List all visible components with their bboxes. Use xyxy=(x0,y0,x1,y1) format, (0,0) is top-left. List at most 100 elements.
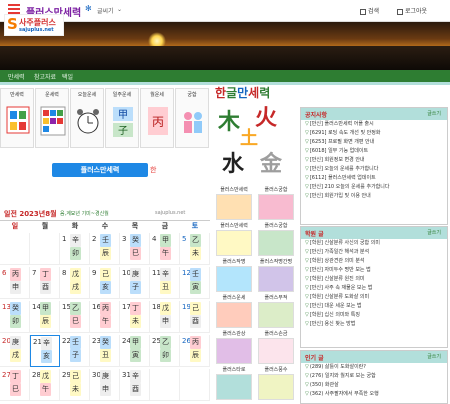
panel-list-item[interactable]: ▽[학원] 신살분류 원진 의미 xyxy=(301,275,447,284)
font-size-label[interactable]: 글씨기 xyxy=(97,6,114,15)
heavenly-stem: 庚 xyxy=(10,336,21,349)
heavenly-stem: 癸 xyxy=(10,302,21,315)
panel-list-item[interactable]: ▽[만신] 자미두수 명반 보는 법 xyxy=(301,266,447,275)
panel-item-text: [학원] 신살분류 도화살 의미 xyxy=(309,294,370,300)
calendar-day[interactable]: 7丁酉 xyxy=(30,267,60,299)
panel-item-text: [학원] 신살분류 사신의 궁합 의미 xyxy=(309,240,380,246)
calendar-day[interactable]: 20 庚戌 xyxy=(0,335,30,367)
calendar-day[interactable]: 27 丁巳 xyxy=(0,369,30,401)
panel-list-item[interactable]: ▽(289) 삶틀이 도화살이란? xyxy=(301,363,447,372)
service-thumb[interactable]: 플러스타로 xyxy=(214,366,254,404)
calendar-day[interactable]: 1辛卯 xyxy=(60,233,90,265)
tile-label: 일주운세 xyxy=(112,92,132,98)
earthly-branch: 未 xyxy=(70,383,81,396)
calendar-day[interactable]: 18 戊申 xyxy=(150,301,180,333)
heavenly-stem: 丁 xyxy=(130,302,141,315)
menu-icon[interactable] xyxy=(8,4,20,14)
nav-item-manse[interactable]: 만세력 xyxy=(8,72,25,81)
calendar-day[interactable]: 12 壬寅 xyxy=(180,267,210,299)
calendar-day[interactable]: 29 己未 xyxy=(60,369,90,401)
panel-more-link[interactable]: 글쓰기 xyxy=(427,229,441,236)
calendar-day[interactable]: 14 甲辰 xyxy=(30,301,60,333)
calendar-day[interactable]: 19 己酉 xyxy=(180,301,210,333)
nav-item-reference[interactable]: 참고자료 xyxy=(34,72,56,81)
service-thumb[interactable]: 플러스풍수 xyxy=(256,366,296,404)
logout-button[interactable]: 로그아웃 xyxy=(397,6,427,15)
heavenly-stem: 丙 xyxy=(100,302,111,315)
tile-today-fortune[interactable]: 오늘운세 xyxy=(70,88,104,148)
panel-list-item[interactable]: ▽[만신] 가족일간 해석과 분석 xyxy=(301,248,447,257)
calendar-day[interactable]: 6丙申 xyxy=(0,267,30,299)
thumb-image xyxy=(258,302,294,328)
panel-list-item[interactable]: ▽(276) 일지와 월지로 보는 궁합 xyxy=(301,372,447,381)
calendar-day[interactable]: 28 戊午 xyxy=(30,369,60,401)
calendar-day[interactable]: 3癸巳 xyxy=(120,233,150,265)
month-subtitle: 음,계묘년 기미~경신월 xyxy=(60,211,109,217)
panel-list-item[interactable]: ▽[학원] 십신 의미와 특징 xyxy=(301,311,447,320)
calendar-day[interactable]: 16 丙午 xyxy=(90,301,120,333)
nav-item-taegil[interactable]: 택일 xyxy=(62,72,73,81)
panel-list-item[interactable]: ▽[만신] 대운 세운 보는 법 xyxy=(301,302,447,311)
panel-more-link[interactable]: 글쓰기 xyxy=(427,353,441,360)
calendar-day[interactable]: 30 庚申 xyxy=(90,369,120,401)
calendar-day[interactable]: 15 乙巳 xyxy=(60,301,90,333)
panel-more-link[interactable]: 글쓰기 xyxy=(427,110,441,117)
calendar-day[interactable]: 10 庚子 xyxy=(120,267,150,299)
bullet-icon: ▽ xyxy=(305,321,309,327)
tile-daily-pillar[interactable]: 일주운세 甲子 xyxy=(105,88,139,148)
panel-list-item[interactable]: ▽[만신] 플러스만세력 어플 출시 xyxy=(301,120,447,129)
calendar-day[interactable]: 11 辛丑 xyxy=(150,267,180,299)
calendar-day[interactable]: 23 癸丑 xyxy=(90,335,120,367)
panel-list-item[interactable]: ▽[6112] 플러스만세력 업데이트 xyxy=(301,174,447,183)
heavenly-stem: 辛 xyxy=(70,234,81,247)
calendar-day[interactable]: 5乙未 xyxy=(180,233,210,265)
calendar-day[interactable]: 4甲午 xyxy=(150,233,180,265)
search-button[interactable]: 검색 xyxy=(360,6,379,15)
panel-list-item[interactable]: ▽[만신] 회원가입 및 이용 안내 xyxy=(301,192,447,201)
calendar-day[interactable]: 9己亥 xyxy=(90,267,120,299)
thumb-image xyxy=(258,338,294,364)
chevron-down-icon[interactable]: ⌄ xyxy=(117,6,122,13)
panel-list-item[interactable]: ▽[6291] 로딩 속도 개선 및 안정화 xyxy=(301,129,447,138)
bullet-icon: ▽ xyxy=(305,258,309,264)
bullet-icon: ▽ xyxy=(305,312,309,318)
thumb-image xyxy=(258,266,294,292)
calendar-day[interactable]: 26 丙辰 xyxy=(180,335,210,367)
tile-fortune-calendar[interactable]: 운세력 xyxy=(35,88,69,148)
panel-list-item[interactable]: ▽[만신] 오늘의 운세를 추가합니다 xyxy=(301,165,447,174)
calendar-day[interactable]: 2壬辰 xyxy=(90,233,120,265)
panel-list-item[interactable]: ▽[만신] 용신 찾는 방법 xyxy=(301,320,447,329)
earthly-branch: 戌 xyxy=(10,349,21,362)
gear-icon[interactable]: ✻ xyxy=(85,4,92,13)
tile-compatibility[interactable]: 궁합 xyxy=(175,88,209,148)
bullet-icon: ▽ xyxy=(305,240,309,246)
calendar-day[interactable]: 31 辛酉 xyxy=(120,369,150,401)
panel-list-item[interactable]: ▽(350) 화관살 xyxy=(301,381,447,390)
panel-list-item[interactable]: ▽[만신] 사주 속 재물운 보는 법 xyxy=(301,284,447,293)
earthly-branch: 酉 xyxy=(190,315,201,328)
brand-char: 만 xyxy=(237,86,249,100)
site-logo[interactable]: S 사주플러스 sajuplus.net xyxy=(4,14,64,36)
plus-manse-button[interactable]: 플러스만세력 xyxy=(52,163,148,177)
calendar-day[interactable]: 17 丁未 xyxy=(120,301,150,333)
panel-list-item[interactable]: ▽[학원] 신살분류 사신의 궁합 의미 xyxy=(301,239,447,248)
panel-list-item[interactable]: ▽[만신] 회원정보 변경 안내 xyxy=(301,156,447,165)
panel-list-item[interactable]: ▽[만신] 210 오늘의 운세를 추가합니다 xyxy=(301,183,447,192)
calendar-day[interactable]: 21 辛亥 xyxy=(30,335,60,367)
thumb-image xyxy=(258,230,294,256)
heavenly-stem: 庚 xyxy=(100,370,111,383)
panel-list-item[interactable]: ▽[학원] 상관견관 의미 분석 xyxy=(301,257,447,266)
tile-monthly-fortune[interactable]: 월운세 丙 xyxy=(140,88,174,148)
panel-item-text: [6112] 플러스만세력 업데이트 xyxy=(309,175,376,181)
tile-manse[interactable]: 만세력 xyxy=(0,88,34,148)
panel-list-item[interactable]: ▽[6018] 일부 기능 업데이트 xyxy=(301,147,447,156)
calendar-day[interactable]: 8戊戌 xyxy=(60,267,90,299)
calendar-day[interactable]: 13 癸卯 xyxy=(0,301,30,333)
panel-list-item[interactable]: ▽[학원] 신살분류 도화살 의미 xyxy=(301,293,447,302)
calendar-day[interactable]: 24 甲寅 xyxy=(120,335,150,367)
calendar-day[interactable]: 25 乙卯 xyxy=(150,335,180,367)
panel-list-item[interactable]: ▽(362) 사주팔자에서 부족한 오행 xyxy=(301,390,447,399)
calendar-day xyxy=(150,369,180,401)
calendar-day[interactable]: 22 壬子 xyxy=(60,335,90,367)
panel-list-item[interactable]: ▽[6253] 프로필 화면 개편 안내 xyxy=(301,138,447,147)
